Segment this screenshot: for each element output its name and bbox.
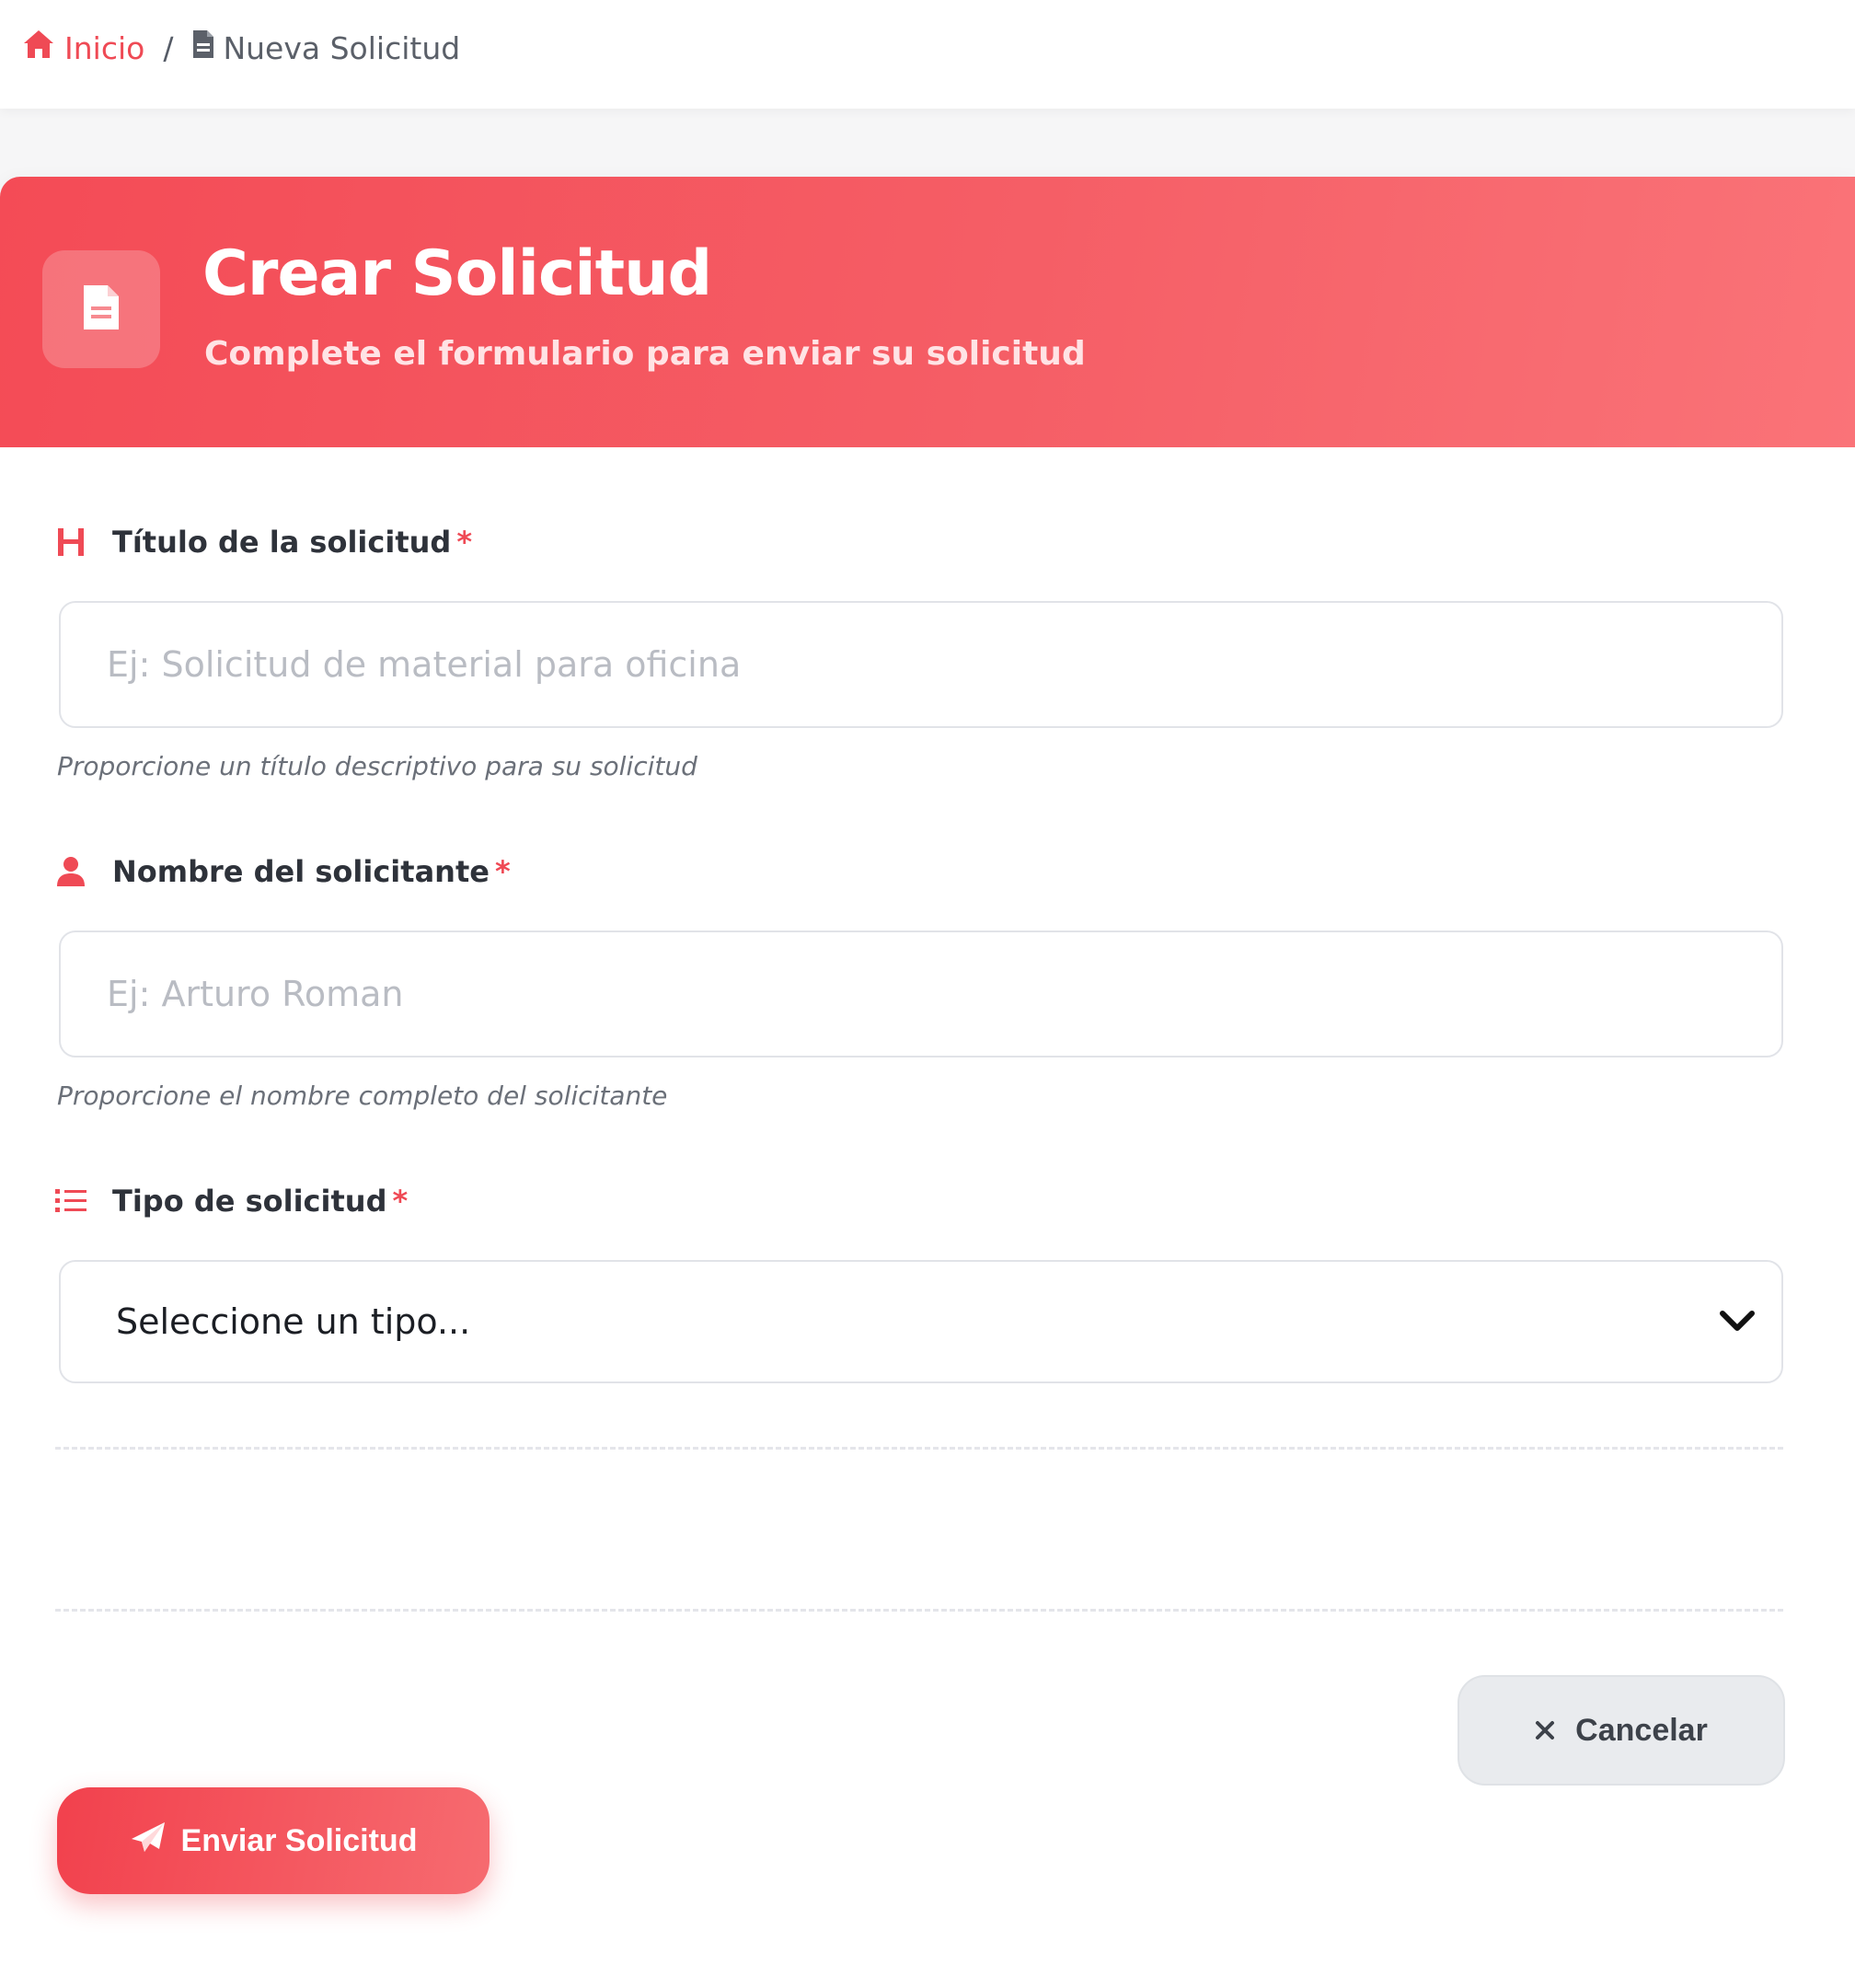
breadcrumb-separator: /	[163, 29, 174, 66]
title-input[interactable]	[59, 601, 1783, 728]
page-title: Crear Solicitud	[202, 237, 712, 310]
cancel-button-label: Cancelar	[1575, 1712, 1708, 1748]
name-input[interactable]	[59, 930, 1783, 1058]
type-field-label: Tipo de solicitud *	[55, 1184, 408, 1219]
file-icon	[81, 283, 121, 336]
breadcrumb-home-link[interactable]: Inicio	[22, 29, 144, 67]
submit-button-label: Enviar Solicitud	[180, 1822, 418, 1858]
type-field-label-text: Tipo de solicitud *	[112, 1184, 408, 1219]
page-subtitle: Complete el formulario para enviar su so…	[204, 335, 1086, 373]
paper-plane-icon	[130, 1820, 167, 1862]
type-select-value: Seleccione un tipo...	[116, 1301, 471, 1342]
name-field-label-value: Nombre del solicitante	[112, 854, 490, 889]
breadcrumb: Inicio / Nueva Solicitud	[22, 26, 460, 70]
breadcrumb-bar: Inicio / Nueva Solicitud	[0, 0, 1855, 109]
title-field-label-value: Título de la solicitud	[112, 525, 452, 560]
name-hint: Proporcione el nombre completo del solic…	[57, 1081, 668, 1111]
divider	[55, 1447, 1783, 1450]
required-mark: *	[456, 525, 473, 560]
card-header: Crear Solicitud Complete el formulario p…	[0, 177, 1855, 447]
name-field-label-text: Nombre del solicitante *	[112, 854, 511, 889]
chevron-down-icon	[1719, 1301, 1756, 1342]
breadcrumb-current: Nueva Solicitud	[191, 29, 460, 67]
cancel-button[interactable]: Cancelar	[1458, 1675, 1785, 1786]
title-field-label-text: Título de la solicitud *	[112, 525, 472, 560]
name-field-label: Nombre del solicitante *	[55, 854, 511, 889]
breadcrumb-home-label: Inicio	[64, 29, 145, 66]
title-field-label: Título de la solicitud *	[55, 525, 472, 560]
list-icon	[55, 1185, 86, 1217]
divider	[55, 1609, 1783, 1612]
type-select[interactable]: Seleccione un tipo...	[59, 1260, 1783, 1383]
type-field-label-value: Tipo de solicitud	[112, 1184, 387, 1219]
required-mark: *	[494, 854, 511, 889]
submit-button[interactable]: Enviar Solicitud	[57, 1787, 490, 1894]
home-icon	[22, 29, 55, 67]
close-icon	[1535, 1713, 1555, 1749]
request-form-card: Crear Solicitud Complete el formulario p…	[0, 177, 1855, 1988]
title-hint: Proporcione un título descriptivo para s…	[57, 751, 697, 781]
required-mark: *	[392, 1184, 409, 1219]
header-icon-box	[42, 250, 160, 368]
user-icon	[55, 856, 86, 887]
heading-icon	[55, 526, 86, 558]
breadcrumb-current-label: Nueva Solicitud	[223, 29, 461, 66]
file-icon	[191, 29, 215, 67]
